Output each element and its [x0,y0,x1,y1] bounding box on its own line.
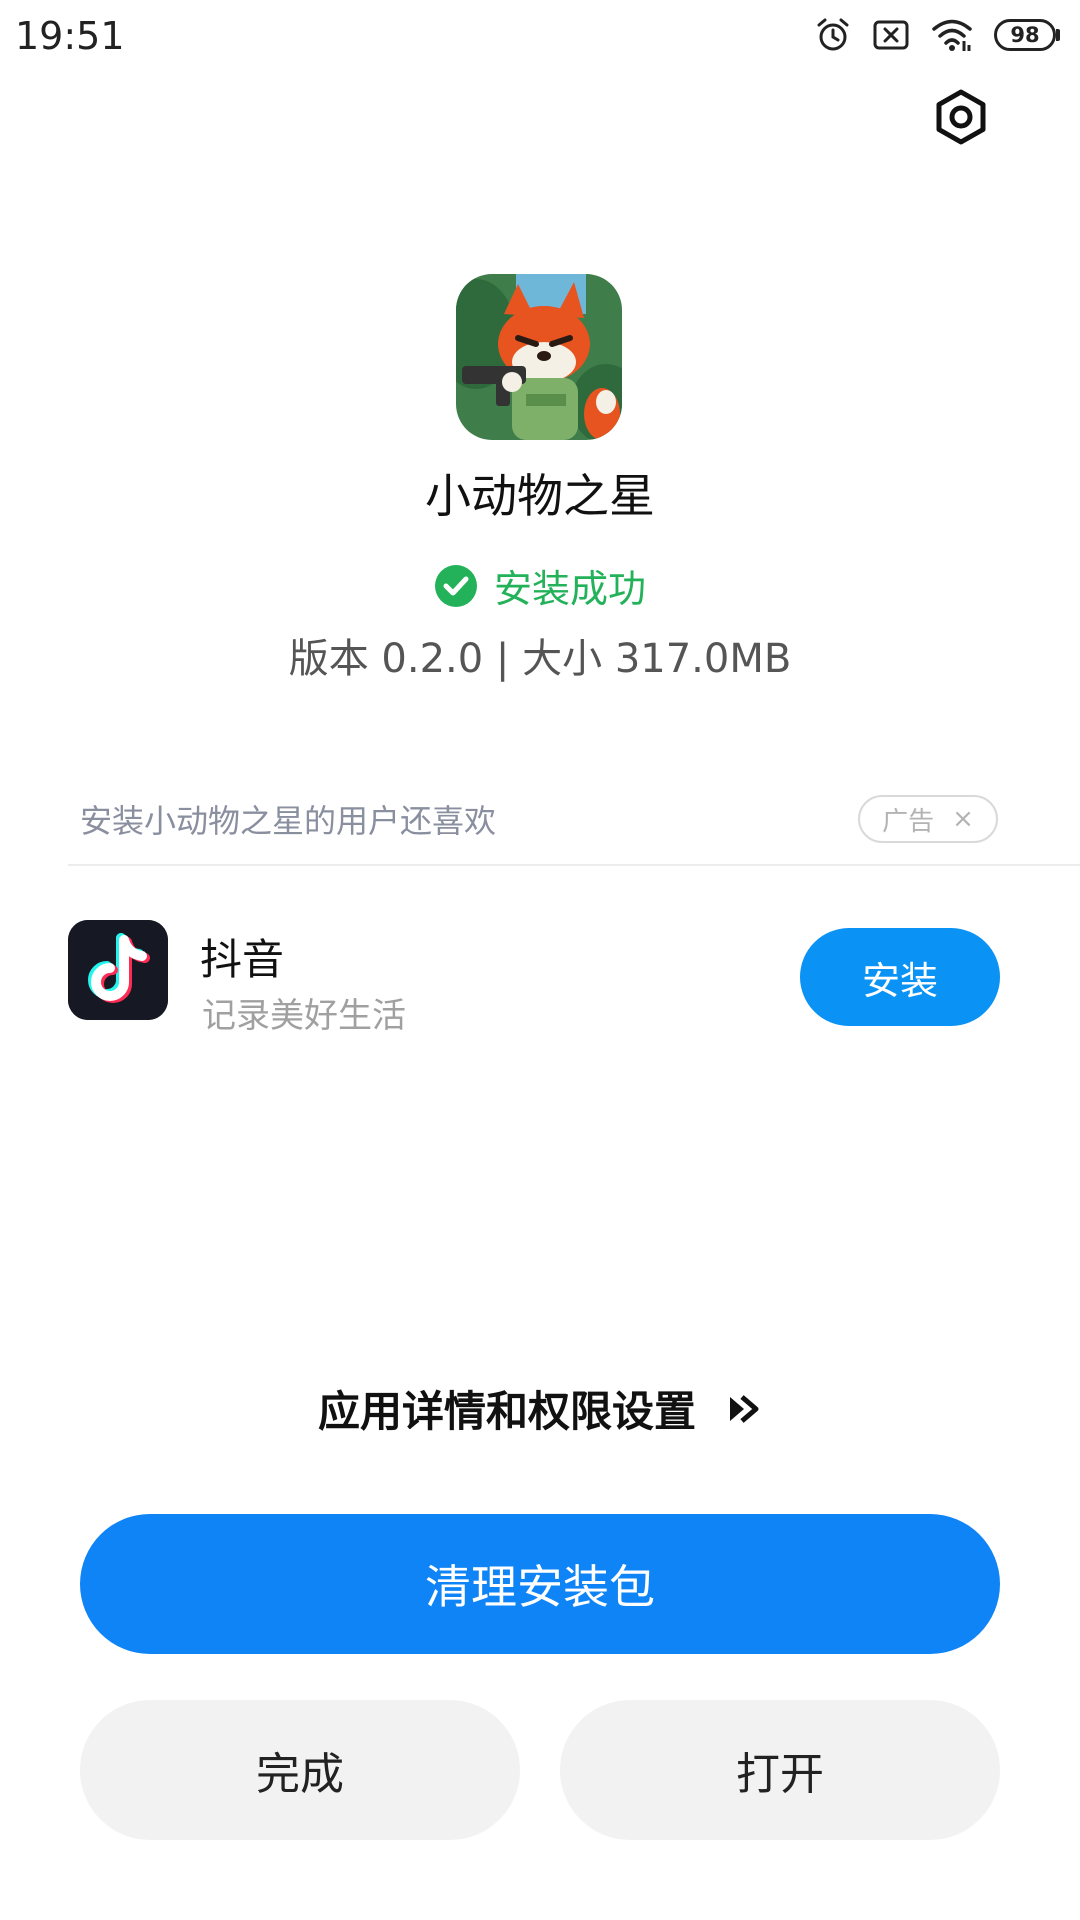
check-circle-icon [434,564,477,607]
app-details-label: 应用详情和权限设置 [317,1387,696,1436]
battery-level: 98 [1010,23,1040,47]
status-icons: 98 [814,12,1060,58]
alarm-icon [814,16,852,54]
app-details-link[interactable]: 应用详情和权限设置 [0,1378,1080,1439]
done-button[interactable]: 完成 [80,1700,520,1840]
close-icon[interactable]: × [952,804,974,834]
ad-badge[interactable]: 广告 × [858,795,998,843]
install-status-text: 安装成功 [493,567,646,611]
clean-package-button[interactable]: 清理安装包 [80,1514,1000,1654]
douyin-app-icon [68,920,168,1020]
settings-button[interactable] [932,88,990,146]
ad-label: 广告 [882,806,935,837]
app-version-size: 版本 0.2.0 | 大小 317.0MB [288,636,792,682]
status-time: 19:51 [15,14,125,58]
wifi-icon [930,17,974,53]
recommended-app-description: 记录美好生活 [202,996,406,1036]
divider [68,864,1080,866]
recommended-app-name: 抖音 [200,935,285,984]
double-chevron-right-icon [730,1394,759,1423]
install-status: 安装成功 [0,558,1080,613]
battery-icon: 98 [994,19,1060,51]
status-bar: 19:51 98 [0,0,1080,70]
gear-icon [936,89,986,145]
open-button[interactable]: 打开 [560,1700,1000,1840]
install-result-screen: 19:51 98 小动物之星 安装成功 版本 0.2.0 | 大小 317.0M… [0,0,1080,1920]
list-item[interactable]: 抖音 记录美好生活 安装 [0,920,1080,1036]
app-name: 小动物之星 [425,469,655,523]
recommendation-header: 安装小动物之星的用户还喜欢 [80,802,497,840]
install-button[interactable]: 安装 [800,928,1000,1026]
sim-off-icon [872,18,910,52]
app-icon [456,274,622,440]
